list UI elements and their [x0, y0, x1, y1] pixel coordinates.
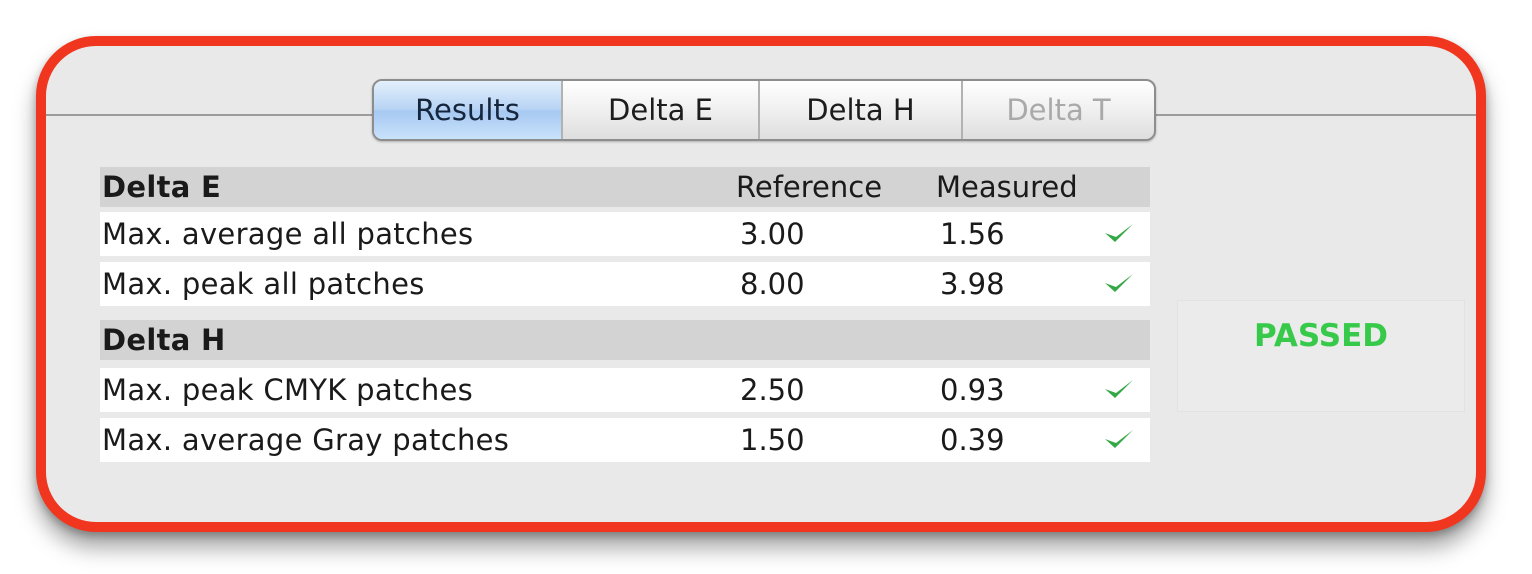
table-row: Max. peak all patches 8.00 3.98	[100, 262, 1150, 306]
measured-column-header: Measured	[936, 170, 1078, 204]
table-row: Max. average all patches 3.00 1.56	[100, 212, 1150, 256]
delta-h-title: Delta H	[102, 323, 226, 357]
result-status-box: PASSED	[1177, 300, 1465, 412]
passed-status-label: PASSED	[1253, 318, 1389, 354]
row-reference: 1.50	[740, 423, 805, 457]
row-reference: 2.50	[740, 373, 805, 407]
check-icon	[1102, 368, 1136, 412]
check-icon	[1102, 418, 1136, 462]
tab-bar: Results Delta E Delta H Delta T	[372, 79, 1156, 141]
delta-h-header: Delta H	[100, 320, 1150, 360]
row-measured: 1.56	[940, 217, 1005, 251]
check-icon	[1102, 212, 1136, 256]
row-reference: 3.00	[740, 217, 805, 251]
row-name: Max. peak CMYK patches	[102, 373, 474, 407]
table-row: Max. peak CMYK patches 2.50 0.93	[100, 368, 1150, 412]
row-reference: 8.00	[740, 267, 805, 301]
row-measured: 0.39	[940, 423, 1005, 457]
row-measured: 0.93	[940, 373, 1005, 407]
row-name: Max. peak all patches	[102, 267, 425, 301]
delta-e-header: Delta E Reference Measured	[100, 167, 1150, 207]
tab-delta-t: Delta T	[1006, 93, 1111, 127]
tab-delta-e[interactable]: Delta E	[563, 81, 760, 139]
tab-delta-h[interactable]: Delta H	[760, 81, 963, 139]
table-row: Max. average Gray patches 1.50 0.39	[100, 418, 1150, 462]
reference-column-header: Reference	[736, 170, 883, 204]
row-measured: 3.98	[940, 267, 1005, 301]
check-icon	[1102, 262, 1136, 306]
results-table: Delta E Reference Measured Max. average …	[100, 167, 1150, 468]
delta-e-title: Delta E	[102, 170, 222, 204]
results-panel: Results Delta E Delta H Delta T Delta E …	[36, 36, 1486, 532]
tab-results[interactable]: Results	[374, 81, 563, 139]
row-name: Max. average all patches	[102, 217, 474, 251]
row-name: Max. average Gray patches	[102, 423, 510, 457]
